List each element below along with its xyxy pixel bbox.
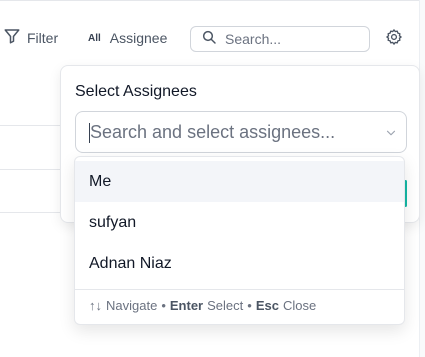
search-input[interactable] <box>225 31 365 47</box>
chevron-down-icon[interactable] <box>384 126 398 145</box>
option-adnan-niaz[interactable]: Adnan Niaz <box>75 243 404 284</box>
hint-select: Select <box>207 298 244 313</box>
hint-enter-key: Enter <box>169 298 204 313</box>
assignee-search-input[interactable] <box>90 121 370 143</box>
assignee-select[interactable] <box>75 111 407 153</box>
hint-separator: • <box>161 298 166 313</box>
settings-button[interactable] <box>384 28 404 51</box>
hint-close: Close <box>282 298 317 313</box>
option-sufyan[interactable]: sufyan <box>75 202 404 243</box>
assignee-all-badge: All <box>88 32 101 44</box>
filter-icon <box>3 27 21 50</box>
table-row-divider <box>0 169 62 170</box>
popover-title: Select Assignees <box>75 83 197 100</box>
dropdown-divider <box>75 289 404 290</box>
hint-navigate: Navigate <box>106 298 158 313</box>
option-me[interactable]: Me <box>75 161 404 202</box>
hint-separator: • <box>247 298 252 313</box>
search-box[interactable] <box>190 26 370 52</box>
arrow-keys-icon: ↑↓ <box>89 298 102 313</box>
assignee-filter-button[interactable]: All Assignee <box>88 27 167 49</box>
hint-esc-key: Esc <box>255 298 279 313</box>
keyboard-hint: ↑↓ Navigate • Enter Select • Esc Close <box>89 298 316 313</box>
header-divider <box>0 0 425 1</box>
assignee-label: Assignee <box>109 30 168 46</box>
text-caret <box>89 123 90 143</box>
filter-button[interactable]: Filter <box>3 27 58 49</box>
table-row-divider <box>0 125 62 126</box>
search-icon <box>201 29 217 50</box>
table-row-divider <box>0 212 62 213</box>
gear-icon <box>385 28 403 51</box>
assignee-dropdown: Me sufyan Adnan Niaz ↑↓ Navigate • Enter… <box>74 156 405 325</box>
filter-label: Filter <box>27 30 59 46</box>
